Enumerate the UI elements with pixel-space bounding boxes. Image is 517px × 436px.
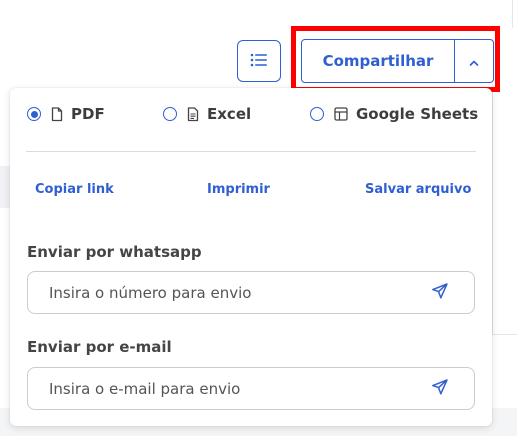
whatsapp-send-button[interactable] — [420, 273, 460, 313]
email-send-button[interactable] — [420, 369, 460, 409]
share-menu-panel: PDF Excel Google Sheets Copiar link Impr… — [10, 88, 492, 426]
send-icon — [431, 378, 449, 400]
whatsapp-label: Enviar por whatsapp — [27, 243, 202, 261]
save-file-button[interactable]: Salvar arquivo — [365, 182, 471, 197]
email-input[interactable] — [47, 378, 420, 399]
format-option-google-sheets[interactable]: Google Sheets — [310, 105, 478, 123]
radio-unselected[interactable] — [163, 107, 177, 121]
table-icon — [334, 107, 348, 121]
format-options: PDF Excel Google Sheets — [10, 88, 492, 140]
whatsapp-field — [27, 271, 475, 314]
whatsapp-input[interactable] — [47, 282, 420, 303]
background-divider — [512, 0, 513, 28]
background-table-header — [0, 166, 10, 208]
radio-unselected[interactable] — [310, 107, 324, 121]
copy-link-button[interactable]: Copiar link — [35, 182, 114, 197]
file-icon — [51, 106, 63, 122]
format-option-excel[interactable]: Excel — [163, 105, 251, 123]
print-button[interactable]: Imprimir — [207, 182, 270, 197]
list-view-button[interactable] — [237, 40, 281, 82]
format-option-pdf[interactable]: PDF — [27, 105, 105, 123]
radio-selected[interactable] — [27, 107, 41, 121]
background-card — [492, 84, 517, 335]
send-icon — [431, 282, 449, 304]
format-label: PDF — [71, 105, 105, 123]
list-icon — [250, 52, 268, 71]
email-label: Enviar por e-mail — [27, 338, 172, 356]
email-field — [27, 367, 475, 410]
format-label: Excel — [207, 105, 252, 123]
format-label: Google Sheets — [356, 105, 479, 123]
highlight-box — [291, 26, 500, 92]
divider — [26, 151, 476, 152]
document-icon — [187, 106, 199, 122]
